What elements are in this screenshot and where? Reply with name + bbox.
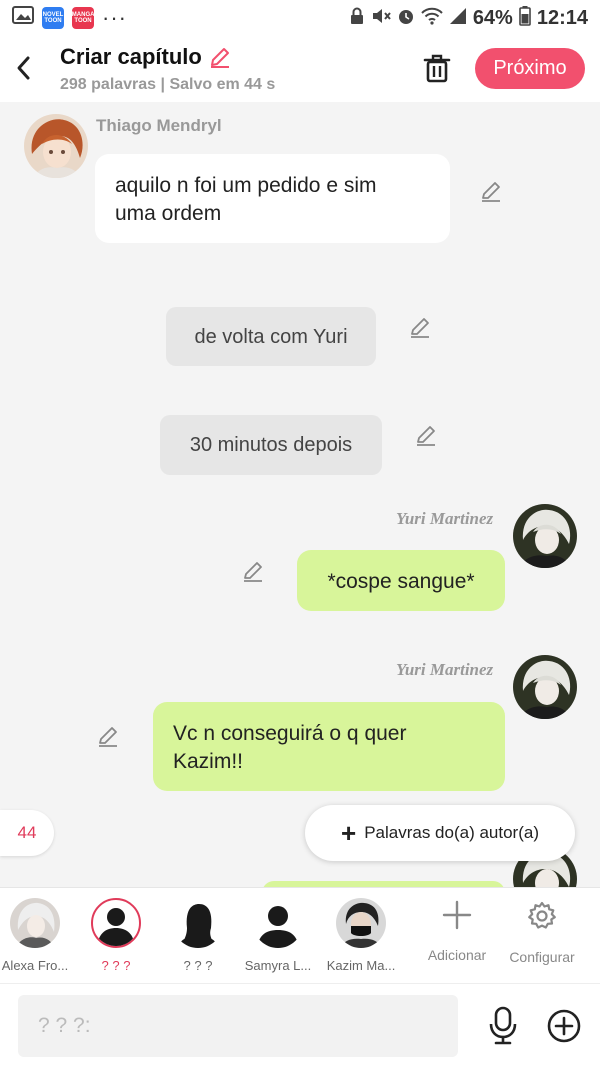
edit-message-icon[interactable] <box>240 558 266 584</box>
edit-message-icon[interactable] <box>95 723 121 749</box>
battery-percent: 64% <box>472 6 513 29</box>
novel-toon-icon: NOVEL TOON <box>42 7 64 29</box>
battery-icon <box>519 5 531 31</box>
word-count-badge[interactable]: 44 <box>0 810 54 856</box>
character-avatar <box>91 898 141 948</box>
microphone-icon <box>489 1006 517 1045</box>
message-bubble[interactable]: *cospe sangue* <box>297 550 505 611</box>
character-label: ? ? ? <box>101 958 131 973</box>
character-label: ? ? ? <box>183 958 213 973</box>
gallery-icon <box>12 5 34 31</box>
status-bar: NOVEL TOON MANGA TOON ··· 64% 12:14 <box>0 0 600 36</box>
message-input[interactable] <box>18 995 458 1057</box>
next-button[interactable]: Próximo <box>475 48 585 89</box>
add-attachment-button[interactable] <box>546 1008 582 1044</box>
character-label: Kazim Ma... <box>326 958 396 973</box>
configure-label: Configurar <box>509 949 575 965</box>
narration-bubble[interactable]: de volta com Yuri <box>166 307 376 366</box>
character-avatar <box>336 898 386 948</box>
character-label: Alexa Fro... <box>1 958 69 973</box>
character-label: Samyra L... <box>244 958 312 973</box>
plus-circle-icon <box>547 1009 581 1043</box>
chat-area[interactable]: Thiago Mendryl aquilo n foi um pedido e … <box>0 102 600 887</box>
character-avatar <box>173 898 223 948</box>
sender-name: Thiago Mendryl <box>96 116 222 135</box>
input-bar <box>0 983 600 1067</box>
character-alexa[interactable]: Alexa Fro... <box>0 898 75 973</box>
author-words-button[interactable]: + Palavras do(a) autor(a) <box>305 805 575 861</box>
page-title[interactable]: Criar capítulo <box>60 44 232 70</box>
chevron-left-icon <box>17 56 30 80</box>
alarm-icon <box>397 7 415 30</box>
character-avatar <box>253 898 303 948</box>
sender-name: Yuri Martinez <box>396 509 494 528</box>
message-bubble[interactable]: aquilo n foi um pedido e sim uma ordem <box>95 154 450 243</box>
back-button[interactable] <box>10 50 36 86</box>
character-bar: Alexa Fro... ? ? ? ? ? ? Samyra L... Kaz… <box>0 887 600 983</box>
gear-icon <box>528 901 556 929</box>
author-words-label: Palavras do(a) autor(a) <box>364 823 539 842</box>
character-samyra[interactable]: Samyra L... <box>238 898 318 973</box>
avatar-yuri[interactable] <box>513 504 577 568</box>
character-unknown-2[interactable]: ? ? ? <box>158 898 238 973</box>
plus-icon <box>442 900 472 930</box>
message-bubble[interactable]: Vc n conseguirá o q quer Kazim!! <box>153 702 505 791</box>
add-character-button[interactable]: Adicionar <box>417 900 497 963</box>
mute-icon <box>371 7 391 30</box>
save-status: 298 palavras | Salvo em 44 s <box>60 76 276 93</box>
avatar-thiago[interactable] <box>24 114 88 178</box>
avatar-yuri[interactable] <box>513 655 577 719</box>
edit-message-icon[interactable] <box>413 422 439 448</box>
signal-icon <box>449 7 467 30</box>
edit-message-icon[interactable] <box>478 178 504 204</box>
sender-name: Yuri Martinez <box>396 660 494 679</box>
edit-message-icon[interactable] <box>407 314 433 340</box>
delete-button[interactable] <box>420 51 454 85</box>
character-kazim[interactable]: Kazim Ma... <box>321 898 401 973</box>
character-avatar <box>10 898 60 948</box>
trash-icon <box>423 54 451 83</box>
character-unknown-1[interactable]: ? ? ? <box>76 898 156 973</box>
header: Criar capítulo 298 palavras | Salvo em 4… <box>0 36 600 102</box>
edit-title-icon[interactable] <box>208 45 232 69</box>
narration-bubble[interactable]: 30 minutos depois <box>160 415 382 475</box>
voice-button[interactable] <box>486 1006 520 1046</box>
wifi-icon <box>421 7 443 30</box>
clock-time: 12:14 <box>536 6 588 29</box>
more-notifications: ··· <box>102 5 127 30</box>
page-title-text: Criar capítulo <box>60 44 202 69</box>
add-character-label: Adicionar <box>427 947 487 963</box>
configure-button[interactable]: Configurar <box>502 900 582 965</box>
lock-icon <box>349 7 365 30</box>
manga-toon-icon: MANGA TOON <box>72 7 94 29</box>
plus-icon: + <box>341 818 357 848</box>
